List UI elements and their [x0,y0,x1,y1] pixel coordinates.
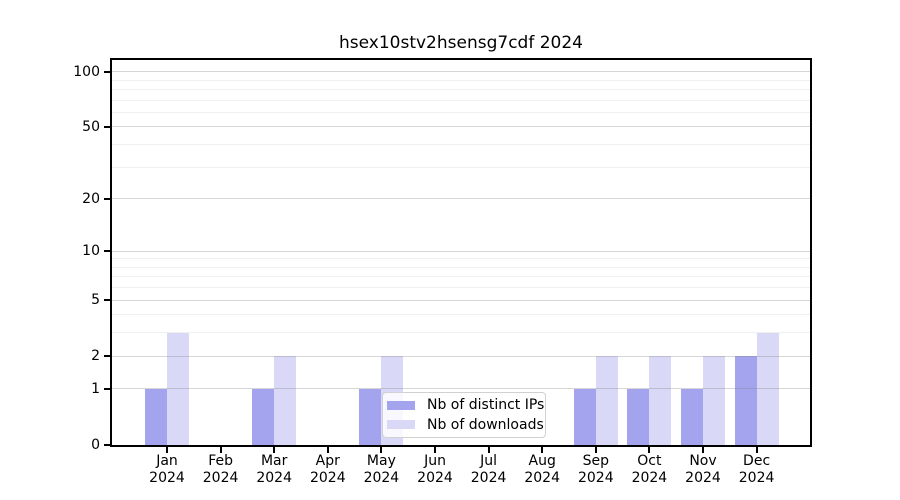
y-gridline-major [112,299,810,301]
y-tick [104,387,110,390]
y-tick [104,70,110,73]
x-tick [380,447,383,453]
legend-swatch [387,420,415,430]
legend-swatch [387,400,415,410]
chart-title: hsex10stv2hsensg7cdf 2024 [338,33,583,53]
legend-row: Nb of distinct IPs [387,396,544,415]
x-tick-label: Dec 2024 [738,453,775,486]
y-tick [104,250,110,252]
chart-figure: hsex10stv2hsensg7cdf 2024 Nb of distinct… [0,0,900,500]
bar-distinct-ips [252,388,275,445]
y-gridline-minor [112,287,810,289]
legend-label: Nb of distinct IPs [427,397,545,414]
y-tick [104,125,110,128]
x-tick [594,447,597,453]
y-tick [104,299,110,302]
y-gridline-major [112,71,810,73]
legend: Nb of distinct IPs Nb of downloads [382,392,546,438]
x-tick [487,447,490,453]
bar-downloads [595,356,618,445]
x-tick [755,447,758,453]
y-tick [104,444,110,446]
bar-downloads [703,356,725,445]
x-tick [702,447,704,453]
y-tick-label: 10 [82,243,100,259]
x-tick [326,447,329,453]
bar-distinct-ips [359,388,382,445]
x-tick [434,447,436,453]
bar-distinct-ips [145,388,167,445]
y-gridline-major [112,250,810,252]
y-gridline-major [112,198,810,200]
y-gridline-minor [112,332,810,334]
y-gridline-minor [112,79,810,81]
y-tick-label: 20 [82,190,100,207]
y-gridline-minor [112,144,810,146]
x-tick [219,447,222,453]
y-gridline-minor [112,276,810,278]
y-tick-label: 2 [91,348,100,365]
y-tick-label: 1 [91,380,100,397]
legend-label: Nb of downloads [427,416,544,433]
bar-downloads [274,356,297,445]
x-tick [166,447,168,453]
y-gridline-minor [112,111,810,113]
bar-distinct-ips [681,388,703,445]
y-tick-label: 0 [91,437,100,453]
y-tick [104,197,110,200]
x-tick [648,447,651,453]
x-tick [273,447,276,453]
y-gridline-minor [112,258,810,260]
bar-distinct-ips [573,388,596,445]
y-tick-label: 5 [91,292,100,309]
y-gridline-minor [112,266,810,268]
y-gridline-major [112,126,810,128]
y-gridline-minor [112,88,810,90]
y-gridline-minor [112,314,810,316]
legend-row: Nb of downloads [387,415,544,434]
y-tick-label: 100 [73,63,100,80]
y-gridline-major [112,355,810,357]
x-tick [541,447,544,453]
y-gridline-major [112,388,810,390]
bar-distinct-ips [627,388,650,445]
y-gridline-minor [112,99,810,101]
y-tick [104,355,110,358]
bar-distinct-ips [734,356,757,445]
bar-downloads [649,356,672,445]
y-tick-label: 50 [82,118,100,135]
y-gridline-minor [112,166,810,168]
